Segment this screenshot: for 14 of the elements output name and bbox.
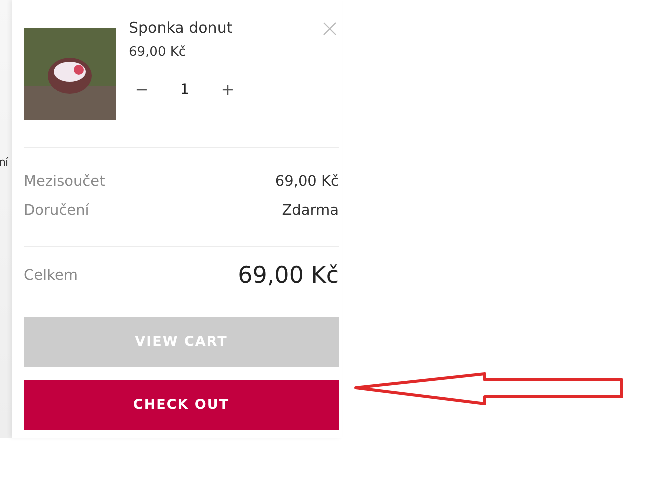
total-label: Celkem <box>24 268 78 284</box>
close-icon[interactable] <box>323 22 337 36</box>
summary-label: Doručení <box>24 203 90 219</box>
product-name[interactable]: Sponka donut <box>129 19 323 37</box>
quantity-value: 1 <box>180 82 190 98</box>
background-text: ní <box>0 156 10 169</box>
summary-value: Zdarma <box>282 203 339 219</box>
increase-button[interactable]: + <box>215 80 241 99</box>
decrease-button[interactable]: − <box>129 80 155 99</box>
summary-value: 69,00 Kč <box>275 174 339 190</box>
checkout-button[interactable]: CHECK OUT <box>24 380 339 430</box>
summary-label: Mezisoučet <box>24 174 106 190</box>
product-price: 69,00 Kč <box>129 45 188 60</box>
total-value: 69,00 Kč <box>238 263 339 289</box>
